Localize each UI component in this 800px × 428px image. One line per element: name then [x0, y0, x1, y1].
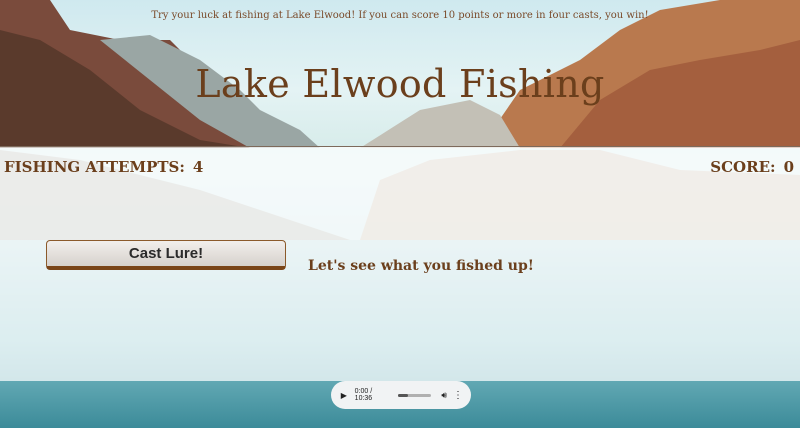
cast-lure-button[interactable]: Cast Lure!: [46, 240, 286, 270]
attempts-label: FISHING ATTEMPTS:: [4, 158, 185, 176]
page-title: Lake Elwood Fishing: [195, 62, 605, 106]
instructions-text: Try your luck at fishing at Lake Elwood!…: [151, 10, 649, 21]
play-icon[interactable]: ▶: [339, 390, 349, 400]
result-message: Let's see what you fished up!: [308, 258, 534, 274]
audio-player[interactable]: ▶ 0:00 / 10:36 🔊︎ ⋮: [331, 381, 471, 409]
audio-progress-fill: [398, 393, 409, 397]
score-value: 0: [783, 158, 794, 176]
audio-progress-bar[interactable]: [398, 393, 432, 397]
volume-icon[interactable]: 🔊︎: [441, 390, 447, 401]
score-label: SCORE:: [710, 158, 776, 176]
header: Try your luck at fishing at Lake Elwood!…: [0, 0, 800, 147]
audio-time: 0:00 / 10:36: [354, 388, 373, 402]
attempts-value: 4: [192, 158, 204, 176]
score-counter: SCORE: 0: [710, 158, 794, 176]
attempts-counter: FISHING ATTEMPTS: 4: [4, 158, 203, 176]
more-options-icon[interactable]: ⋮: [453, 390, 463, 401]
